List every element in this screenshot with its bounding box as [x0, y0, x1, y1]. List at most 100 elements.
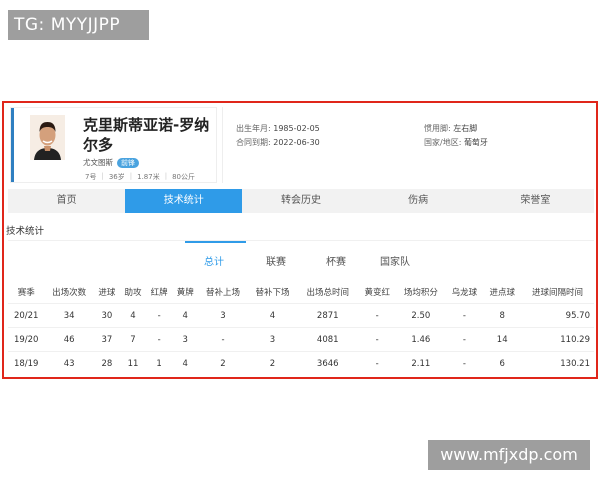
card-accent-bar [11, 108, 14, 182]
cell-red-cards: 1 [146, 351, 173, 375]
cell-own-goals: - [445, 303, 484, 328]
birth-label: 出生年月: [236, 124, 271, 133]
cell-season: 19/20 [8, 327, 45, 352]
cell-yellow-cards: 4 [172, 303, 199, 328]
tab-honors[interactable]: 荣誉室 [477, 189, 594, 213]
watermark-bottom: www.mfjxdp.com [428, 440, 590, 470]
cell-own-goals: - [445, 327, 484, 352]
cell-goal-interval: 110.29 [521, 327, 594, 352]
subtab-cup[interactable]: 杯赛 [326, 253, 346, 268]
section-divider [8, 240, 594, 241]
position-badge: 前锋 [117, 157, 139, 168]
cell-sub-on: 3 [198, 303, 248, 328]
cell-penalties: 6 [483, 351, 522, 375]
tab-home[interactable]: 首页 [8, 189, 125, 213]
foot-value: 左右脚 [453, 124, 478, 133]
contract-info: 合同到期: 2022-06-30 [236, 137, 320, 148]
table-row: 18/19 43 28 11 1 4 2 2 3646 - 2.11 - 6 1… [8, 351, 594, 375]
cell-second-yellow: - [358, 303, 397, 328]
nation-info: 国家/地区: 葡萄牙 [424, 137, 488, 148]
col-yellow-cards: 黄牌 [176, 288, 194, 298]
cell-yellow-cards: 4 [172, 351, 199, 375]
player-meta: 7号 | 36岁 | 1.87米 | 80公斤 [85, 172, 195, 182]
meta-separator: | [101, 172, 104, 180]
cell-goal-interval: 130.21 [521, 351, 594, 375]
cell-total-minutes: 3646 [297, 351, 359, 375]
cell-season: 20/21 [8, 303, 45, 328]
foot-info: 惯用脚: 左右脚 [424, 123, 477, 134]
stats-table: 赛季 出场次数 进球 助攻 红牌 黄牌 替补上场 替补下场 出场总时间 黄变红 … [8, 281, 594, 375]
player-name: 克里斯蒂亚诺-罗纳尔多 [83, 116, 210, 154]
cell-goals: 37 [93, 327, 120, 352]
cell-avg-points: 2.50 [396, 303, 446, 328]
cell-goals: 30 [93, 303, 120, 328]
nation-value: 葡萄牙 [463, 138, 488, 147]
cell-sub-off: 3 [247, 327, 298, 352]
tab-transfer-history[interactable]: 转会历史 [242, 189, 359, 213]
cell-sub-off: 4 [247, 303, 298, 328]
cell-total-minutes: 2871 [297, 303, 359, 328]
team-name[interactable]: 尤文图斯 [83, 157, 113, 168]
contract-value: 2022-06-30 [273, 138, 320, 147]
table-row: 20/21 34 30 4 - 4 3 4 2871 - 2.50 - 8 95… [8, 303, 594, 328]
table-header-row: 赛季 出场次数 进球 助攻 红牌 黄牌 替补上场 替补下场 出场总时间 黄变红 … [8, 281, 594, 304]
cell-appearances: 34 [44, 303, 94, 328]
cell-sub-off: 2 [247, 351, 298, 375]
col-penalties: 进点球 [489, 288, 515, 298]
foot-label: 惯用脚: [424, 124, 451, 133]
meta-separator: | [164, 172, 168, 180]
subtab-active-indicator [185, 241, 246, 243]
col-sub-off: 替补下场 [255, 288, 290, 298]
section-title: 技术统计 [6, 226, 45, 237]
cell-penalties: 14 [483, 327, 522, 352]
cell-red-cards: - [146, 327, 173, 352]
cell-assists: 11 [119, 351, 147, 375]
cell-second-yellow: - [358, 351, 397, 375]
meta-separator: | [129, 172, 133, 180]
col-goal-interval: 进球间隔时间 [532, 288, 584, 298]
cell-avg-points: 1.46 [396, 327, 446, 352]
subtab-national[interactable]: 国家队 [380, 253, 410, 268]
cell-goal-interval: 95.70 [521, 303, 594, 328]
cell-own-goals: - [445, 351, 484, 375]
cell-season: 18/19 [8, 351, 45, 375]
cell-second-yellow: - [358, 327, 397, 352]
col-season: 赛季 [17, 288, 35, 298]
col-assists: 助攻 [124, 288, 142, 298]
cell-avg-points: 2.11 [396, 351, 446, 375]
col-own-goals: 乌龙球 [451, 288, 478, 298]
birth-info: 出生年月: 1985-02-05 [236, 123, 320, 134]
tab-tech-stats[interactable]: 技术统计 [125, 189, 243, 213]
cell-assists: 4 [119, 303, 147, 328]
cell-sub-on: 2 [198, 351, 248, 375]
watermark-top: TG: MYYJJPP [8, 10, 149, 40]
cell-appearances: 46 [44, 327, 94, 352]
subtab-league[interactable]: 联赛 [266, 253, 286, 268]
team-row: 尤文图斯 前锋 [83, 157, 139, 168]
cell-assists: 7 [119, 327, 147, 352]
table-row: 19/20 46 37 7 - 3 - 3 4081 - 1.46 - 14 1… [8, 327, 594, 352]
col-sub-on: 替补上场 [206, 288, 241, 298]
col-total-minutes: 出场总时间 [306, 288, 349, 298]
subtab-total[interactable]: 总计 [204, 253, 224, 268]
col-red-cards: 红牌 [150, 288, 168, 298]
player-avatar [30, 115, 65, 160]
player-age: 36岁 [108, 173, 125, 181]
birth-value: 1985-02-05 [273, 124, 320, 133]
cell-goals: 28 [93, 351, 120, 375]
cell-penalties: 8 [483, 303, 522, 328]
cell-appearances: 43 [44, 351, 94, 375]
player-card: 克里斯蒂亚诺-罗纳尔多 尤文图斯 前锋 7号 | 36岁 | 1.87米 | 8… [10, 107, 217, 183]
player-photo-icon [30, 115, 65, 160]
cell-red-cards: - [146, 303, 173, 328]
cell-sub-on: - [198, 327, 248, 352]
col-second-yellow: 黄变红 [364, 288, 390, 298]
card-divider [222, 107, 223, 183]
contract-label: 合同到期: [236, 138, 271, 147]
player-weight: 80公斤 [172, 173, 195, 181]
player-number: 7号 [85, 173, 97, 181]
col-avg-points: 场均积分 [403, 288, 438, 298]
player-panel: 克里斯蒂亚诺-罗纳尔多 尤文图斯 前锋 7号 | 36岁 | 1.87米 | 8… [2, 101, 598, 379]
cell-yellow-cards: 3 [172, 327, 199, 352]
tab-injuries[interactable]: 伤病 [360, 189, 477, 213]
